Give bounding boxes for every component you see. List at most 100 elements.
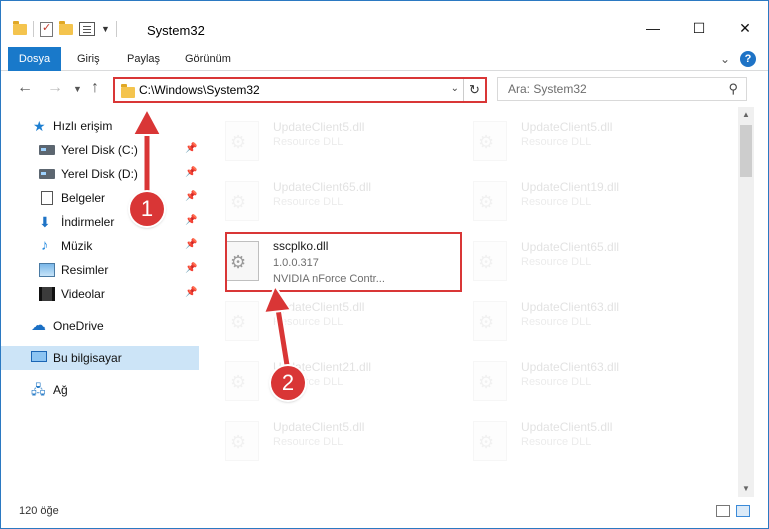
sidebar-item-quick-access[interactable]: ★ Hızlı erişim (1, 114, 199, 138)
documents-icon (41, 191, 53, 205)
sidebar-item-label: Yerel Disk (C:) (61, 143, 138, 157)
chevron-down-icon[interactable]: ⌄ (451, 83, 459, 94)
sidebar-item-label: OneDrive (53, 319, 104, 333)
dll-file-icon (225, 361, 259, 401)
network-icon: 🖧 (31, 382, 46, 397)
file-item[interactable]: UpdateClient5.dll Resource DLL (205, 291, 445, 349)
search-input[interactable]: Ara: System32 (508, 82, 587, 96)
dll-file-icon (473, 241, 507, 281)
sidebar-item-label: Yerel Disk (D:) (61, 167, 138, 181)
sidebar-item-label: İndirmeler (61, 215, 115, 229)
sidebar-item-local-disk-c[interactable]: Yerel Disk (C:) 📌 (1, 138, 199, 162)
sidebar-item-this-pc[interactable]: Bu bilgisayar (1, 346, 199, 370)
chevron-down-icon[interactable]: ▼ (101, 24, 110, 34)
file-item[interactable]: UpdateClient5.dll Resource DLL (453, 411, 693, 469)
sidebar-item-network[interactable]: 🖧 Ağ (1, 378, 199, 402)
pin-icon[interactable]: 📌 (185, 167, 197, 178)
tab-share[interactable]: Paylaş (115, 47, 172, 71)
sidebar-item-local-disk-d[interactable]: Yerel Disk (D:) 📌 (1, 162, 199, 186)
sidebar-item-label: Hızlı erişim (53, 119, 113, 133)
dll-file-icon (225, 301, 259, 341)
navigation-bar: ← → ▼ ↑ C:\Windows\System32 ⌄ ↻ Ara: Sys… (1, 71, 768, 107)
pin-icon[interactable]: 📌 (185, 143, 197, 154)
scroll-down-icon[interactable]: ▼ (738, 481, 754, 497)
dll-file-icon (473, 181, 507, 221)
up-arrow-icon[interactable]: ↑ (91, 79, 99, 97)
dll-file-icon (473, 301, 507, 341)
pin-icon[interactable]: 📌 (185, 263, 197, 274)
file-description: Resource DLL (521, 376, 592, 388)
callout-badge-2: 2 (271, 366, 305, 400)
close-button[interactable]: ✕ (722, 13, 768, 43)
details-view-icon[interactable] (716, 505, 730, 517)
expand-ribbon-icon[interactable]: ⌄ (720, 52, 730, 66)
file-description: Resource DLL (273, 316, 344, 328)
file-item[interactable]: UpdateClient5.dll Resource DLL (205, 411, 445, 469)
disk-icon (39, 169, 55, 179)
file-name: UpdateClient5.dll (521, 420, 613, 434)
tab-home[interactable]: Giriş (65, 47, 112, 71)
pictures-icon (39, 263, 55, 277)
help-icon[interactable]: ? (740, 51, 756, 67)
file-name: UpdateClient63.dll (521, 300, 620, 314)
file-item[interactable]: UpdateClient65.dll Resource DLL (205, 171, 445, 229)
toolbar-separator (33, 21, 34, 37)
window-controls: — ☐ ✕ (630, 13, 768, 43)
file-description: Resource DLL (521, 196, 592, 208)
search-icon[interactable]: ⚲ (728, 81, 738, 97)
videos-icon (39, 287, 55, 301)
back-arrow-icon[interactable]: ← (17, 79, 33, 97)
pin-icon[interactable]: 📌 (185, 191, 197, 202)
file-name: UpdateClient19.dll (521, 180, 620, 194)
sidebar-item-documents[interactable]: Belgeler 📌 (1, 186, 199, 210)
pin-icon[interactable]: 📌 (185, 239, 197, 250)
file-description: Resource DLL (273, 196, 344, 208)
file-name: UpdateClient5.dll (273, 300, 365, 314)
file-item[interactable]: UpdateClient21.dll Resource DLL (205, 351, 445, 409)
sidebar-item-music[interactable]: ♪ Müzik 📌 (1, 234, 199, 258)
window-title: System32 (147, 23, 205, 38)
properties-icon[interactable] (40, 21, 53, 37)
file-item[interactable]: UpdateClient63.dll Resource DLL (453, 351, 693, 409)
minimize-button[interactable]: — (630, 13, 676, 43)
address-bar[interactable]: C:\Windows\System32 ⌄ ↻ (113, 77, 487, 103)
file-name: UpdateClient65.dll (521, 240, 620, 254)
file-item[interactable]: UpdateClient5.dll Resource DLL (453, 111, 693, 169)
sidebar-item-pictures[interactable]: Resimler 📌 (1, 258, 199, 282)
toolbar-separator (115, 21, 117, 37)
file-item[interactable]: UpdateClient63.dll Resource DLL (453, 291, 693, 349)
cloud-icon: ☁ (31, 317, 46, 334)
quick-access-toolbar: ▼ (13, 19, 117, 39)
navigation-pane: ★ Hızlı erişim Yerel Disk (C:) 📌 Yerel D… (1, 107, 201, 497)
file-description: Resource DLL (521, 316, 592, 328)
file-item[interactable]: UpdateClient5.dll Resource DLL (205, 111, 445, 169)
file-name: UpdateClient5.dll (273, 420, 365, 434)
tab-view[interactable]: Görünüm (173, 47, 243, 71)
address-path[interactable]: C:\Windows\System32 (139, 83, 260, 97)
maximize-button[interactable]: ☐ (676, 13, 722, 43)
vertical-scrollbar[interactable]: ▲ ▼ (738, 107, 754, 497)
new-folder-icon[interactable] (59, 20, 73, 35)
scroll-up-icon[interactable]: ▲ (738, 107, 754, 123)
sidebar-item-downloads[interactable]: ⬇ İndirmeler 📌 (1, 210, 199, 234)
file-item[interactable]: UpdateClient19.dll Resource DLL (453, 171, 693, 229)
dll-file-icon (473, 421, 507, 461)
recent-locations-icon[interactable]: ▼ (73, 84, 82, 94)
refresh-icon[interactable]: ↻ (463, 79, 485, 101)
pin-icon[interactable]: 📌 (185, 215, 197, 226)
dll-file-icon (225, 421, 259, 461)
customize-view-icon[interactable] (79, 22, 95, 36)
file-highlight-box (225, 232, 462, 292)
status-bar: 120 öğe (1, 497, 768, 528)
explorer-window: ▼ System32 — ☐ ✕ Dosya Giriş Paylaş Görü… (0, 0, 769, 529)
pin-icon[interactable]: 📌 (185, 287, 197, 298)
music-icon: ♪ (41, 237, 49, 254)
sidebar-item-onedrive[interactable]: ☁ OneDrive (1, 314, 199, 338)
file-item[interactable]: UpdateClient65.dll Resource DLL (453, 231, 693, 289)
forward-arrow-icon[interactable]: → (47, 79, 63, 97)
sidebar-item-videos[interactable]: Videolar 📌 (1, 282, 199, 306)
search-box[interactable]: Ara: System32 ⚲ (497, 77, 747, 101)
title-bar: ▼ System32 — ☐ ✕ (1, 1, 768, 47)
tiles-view-icon[interactable] (736, 505, 750, 517)
scrollbar-thumb[interactable] (740, 125, 752, 177)
